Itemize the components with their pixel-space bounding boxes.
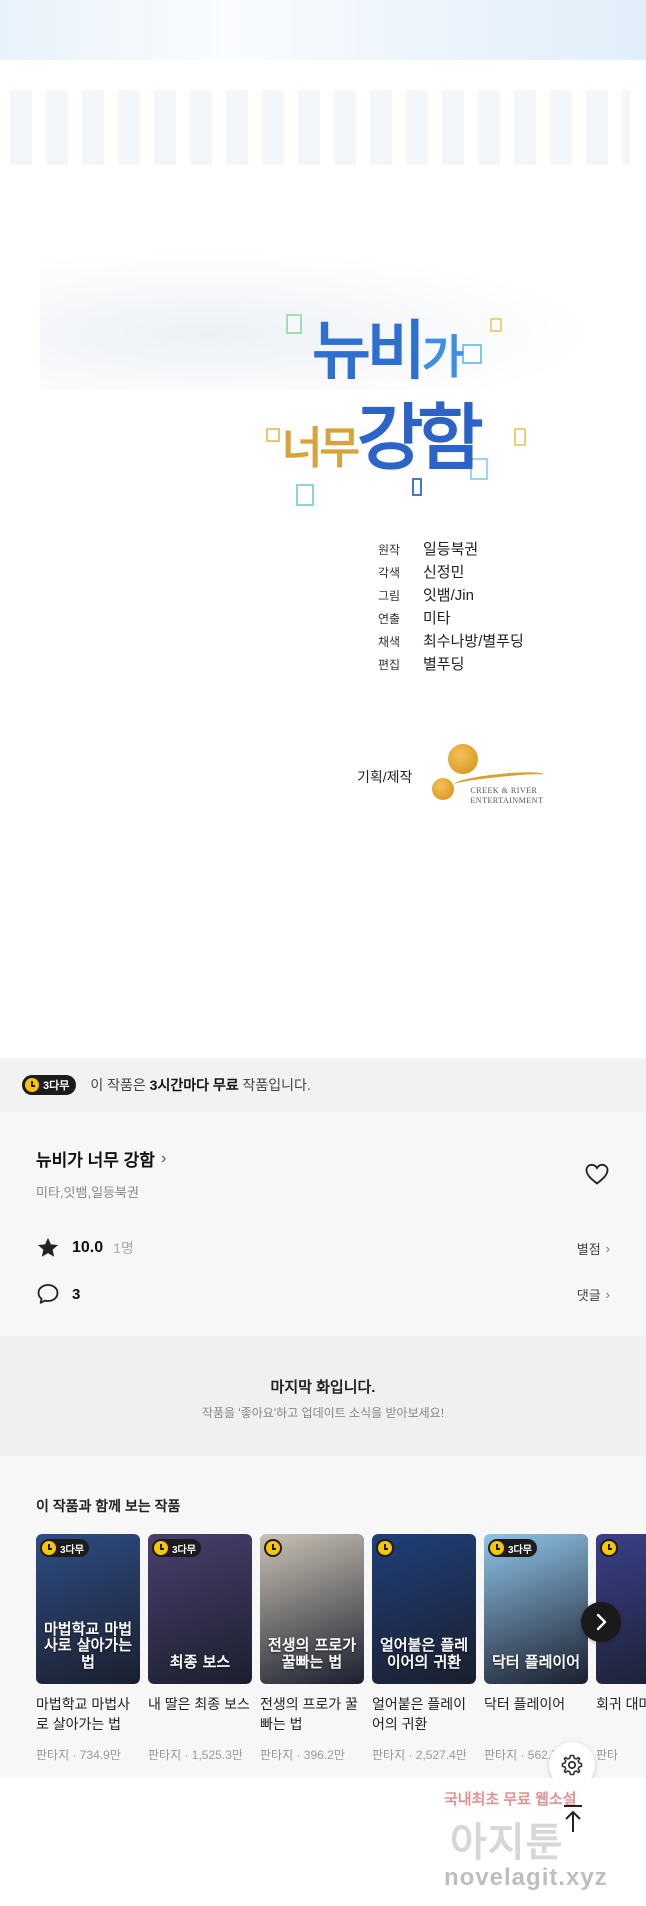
episode-art: 뉴비가 너무강함 원작 일등북권 각색 신정민 그림 잇뱀/Jin 연출 미타 채색 최수…	[0, 0, 646, 1055]
rating-value: 10.0	[72, 1239, 104, 1256]
credit-row: 각색 신정민	[378, 564, 465, 581]
production-credit: 기획/제작 CREEK & RIVER ENTERTAINMENT	[357, 740, 546, 814]
recommendation-meta: 판타	[596, 1748, 619, 1762]
recommendation-card[interactable]: 3다무 마법학교 마법사로 살아가는 법 마법학교 마법사로 살아가는 법 판타지 ·…	[36, 1534, 140, 1763]
free-badge: 3다무	[40, 1539, 89, 1557]
recommendation-title[interactable]: 회귀 대마	[596, 1694, 646, 1736]
recommendations-section: 이 작품과 함께 보는 작품 3다무 마법학교 마법사로 살아가는 법 마법학교 마…	[0, 1456, 646, 1778]
credit-row: 편집 별푸딩	[378, 656, 465, 673]
company-logo: CREEK & RIVER ENTERTAINMENT	[426, 740, 546, 814]
rating-link[interactable]: 별점 ›	[577, 1239, 610, 1258]
recommendation-meta: 판타지 · 734.9만	[36, 1748, 121, 1762]
cover-title-art: 마법학교 마법사로 살아가는 법	[43, 1619, 133, 1671]
chevron-right-icon: ›	[160, 1149, 167, 1167]
last-episode-title: 마지막 화입니다.	[270, 1379, 376, 1396]
heart-outline-icon[interactable]	[584, 1162, 610, 1186]
free-badge	[264, 1539, 282, 1557]
speech-bubble-icon	[37, 1284, 59, 1304]
recommendation-card[interactable]: 3다무최종 보스내 딸은 최종 보스판타지 · 1,525.3만	[148, 1534, 252, 1763]
scroll-to-top-button[interactable]	[560, 1804, 586, 1834]
art-haze-top	[0, 0, 646, 60]
series-title-link[interactable]: 뉴비가 너무 강함 ›	[36, 1146, 166, 1171]
series-info: 뉴비가 너무 강함 › 미타,잇뱀,일등북권 10.0 1명 별점 › 3 댓글 ›	[0, 1112, 646, 1336]
cover-title-art: 전생의 프로가 꿀빠는 법	[267, 1636, 357, 1671]
last-episode-subtitle: 작품을 '좋아요'하고 업데이트 소식을 받아보세요!	[201, 1406, 445, 1420]
comment-row: 3 댓글 ›	[36, 1280, 610, 1308]
gear-icon	[561, 1754, 583, 1776]
clock-icon	[378, 1541, 392, 1555]
chevron-right-icon: ›	[605, 1240, 610, 1256]
rating-row: 10.0 1명 별점 ›	[36, 1234, 610, 1262]
recommendation-cover[interactable]: 얼어붙은 플레이어의 귀환	[372, 1534, 476, 1684]
free-badge: 3다무	[22, 1075, 77, 1095]
clock-icon	[602, 1541, 616, 1555]
clock-icon	[154, 1541, 168, 1555]
series-title-logo: 뉴비가 너무강함	[262, 308, 562, 508]
clock-icon	[266, 1541, 280, 1555]
recommendation-card[interactable]: 얼어붙은 플레이어의 귀환 얼어붙은 플레이어의 귀환 판타지 · 2,527.4만	[372, 1534, 476, 1763]
cover-title-art: 최종 보스	[169, 1652, 231, 1671]
recommendations-heading: 이 작품과 함께 보는 작품	[36, 1498, 181, 1514]
carousel-next-button[interactable]	[581, 1602, 621, 1642]
free-badge	[376, 1539, 394, 1557]
clock-icon	[25, 1078, 39, 1092]
free-banner: 3다무 이 작품은 3시간마다 무료 작품입니다.	[0, 1058, 646, 1112]
recommendation-meta: 판타지 · 2,527.4만	[372, 1748, 467, 1762]
bottom-area: 국내최초 무료 웹소설 아지툰 novelagit.xyz	[0, 1778, 646, 1906]
recommendation-title[interactable]: 마법학교 마법사로 살아가는 법	[36, 1694, 140, 1736]
logo-line-2: 너무강함	[282, 396, 483, 480]
recommendation-title[interactable]: 전생의 프로가 꿀빠는 법	[260, 1694, 364, 1736]
credits-list: 원작 일등북권 각색 신정민 그림 잇뱀/Jin 연출 미타 채색 최수나방/별푸딩 편집…	[378, 538, 524, 676]
credit-row: 연출 미타	[378, 610, 451, 627]
free-banner-text: 이 작품은 3시간마다 무료 작품입니다.	[90, 1077, 311, 1093]
chevron-right-icon: ›	[605, 1286, 610, 1302]
credit-row: 채색 최수나방/별푸딩	[378, 633, 524, 650]
recommendation-title[interactable]: 닥터 플레이어	[484, 1694, 588, 1736]
recommendation-card[interactable]: 전생의 프로가 꿀빠는 법 전생의 프로가 꿀빠는 법 판타지 · 396.2만	[260, 1534, 364, 1763]
credit-row: 그림 잇뱀/Jin	[378, 587, 474, 604]
recommendation-cover[interactable]: 전생의 프로가 꿀빠는 법	[260, 1534, 364, 1684]
art-haze-stripes	[10, 90, 630, 165]
recommendation-cover[interactable]: 3다무닥터 플레이어	[484, 1534, 588, 1684]
recommendation-list: 3다무 마법학교 마법사로 살아가는 법 마법학교 마법사로 살아가는 법 판타지 ·…	[36, 1534, 646, 1763]
recommendation-cover[interactable]: 3다무최종 보스	[148, 1534, 252, 1684]
production-label: 기획/제작	[357, 769, 413, 785]
recommendation-title[interactable]: 얼어붙은 플레이어의 귀환	[372, 1694, 476, 1736]
last-episode-notice: 마지막 화입니다. 작품을 '좋아요'하고 업데이트 소식을 받아보세요!	[0, 1336, 646, 1456]
comments-link[interactable]: 댓글 ›	[577, 1285, 610, 1304]
rater-count: 1명	[113, 1240, 134, 1256]
recommendation-meta: 판타지 · 1,525.3만	[148, 1748, 243, 1762]
comment-count: 3	[72, 1285, 81, 1303]
series-authors: 미타,잇뱀,일등북권	[36, 1185, 139, 1200]
free-badge: 3다무	[152, 1539, 201, 1557]
cover-title-art: 얼어붙은 플레이어의 귀환	[379, 1636, 469, 1671]
watermark: 국내최초 무료 웹소설 아지툰 novelagit.xyz	[444, 1791, 608, 1891]
credit-row: 원작 일등북권	[378, 541, 479, 558]
free-badge: 3다무	[488, 1539, 537, 1557]
recommendation-title[interactable]: 내 딸은 최종 보스	[148, 1694, 252, 1736]
star-icon	[38, 1237, 58, 1257]
clock-icon	[42, 1541, 56, 1555]
recommendation-meta: 판타지 · 396.2만	[260, 1748, 345, 1762]
recommendation-card[interactable]: 3다무 닥터 플레이어 닥터 플레이어 판타지 · 562.7만	[484, 1534, 588, 1763]
free-badge	[600, 1539, 618, 1557]
recommendation-card[interactable]: 회귀 대마판타	[596, 1534, 646, 1763]
clock-icon	[490, 1541, 504, 1555]
cover-title-art: 닥터 플레이어	[491, 1652, 581, 1671]
chevron-right-icon	[596, 1613, 607, 1631]
logo-line-1: 뉴비가	[312, 315, 464, 389]
recommendation-cover[interactable]: 3다무마법학교 마법사로 살아가는 법	[36, 1534, 140, 1684]
